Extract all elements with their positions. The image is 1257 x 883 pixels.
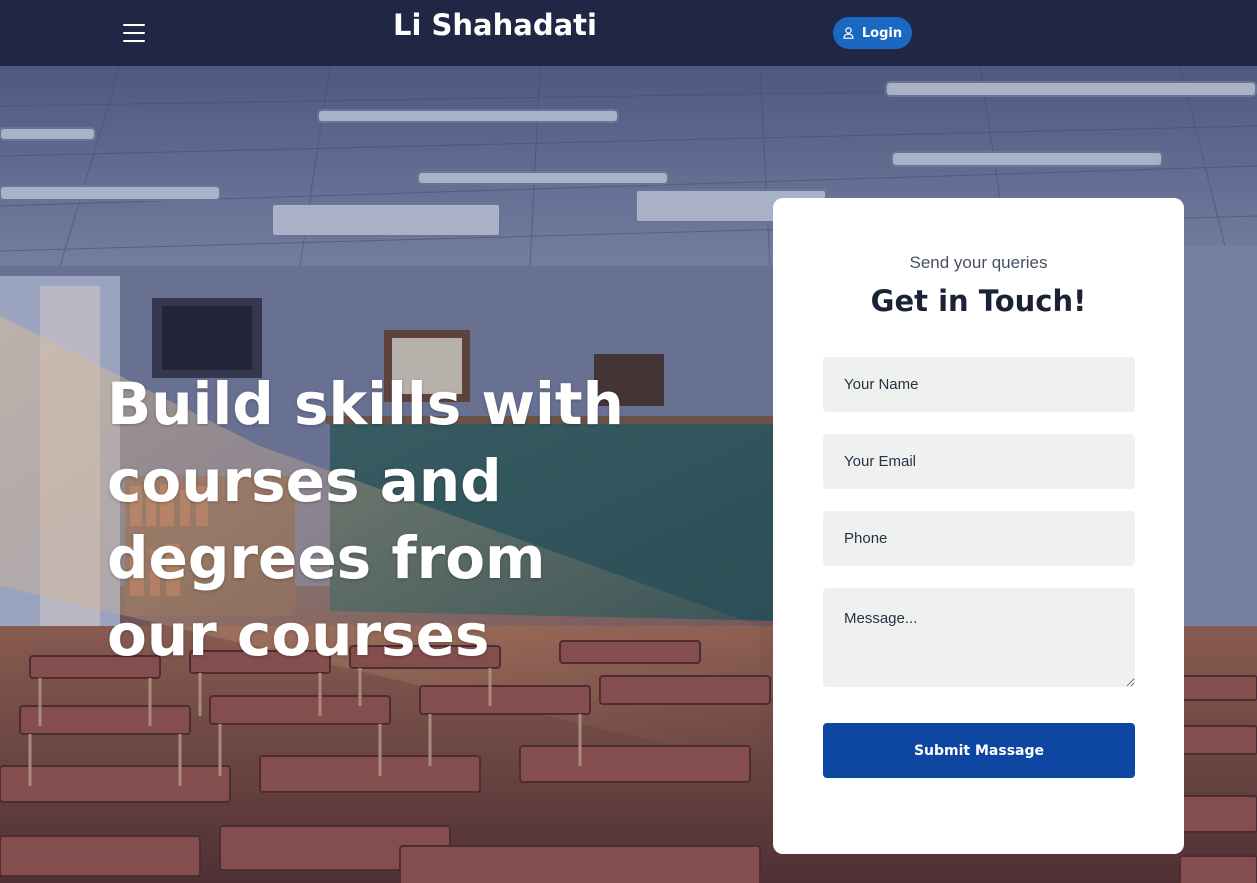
- message-textarea[interactable]: [823, 588, 1135, 687]
- contact-title: Get in Touch!: [870, 284, 1087, 318]
- menu-icon[interactable]: [123, 23, 145, 43]
- top-navbar: Li Shahadati Login: [0, 0, 1257, 66]
- login-label: Login: [861, 25, 903, 41]
- user-icon: [843, 27, 854, 39]
- contact-subtitle: Send your queries: [909, 253, 1048, 272]
- brand-title[interactable]: Li Shahadati: [393, 8, 597, 42]
- phone-input[interactable]: [823, 511, 1135, 566]
- contact-form-card: Send your queries Get in Touch! Submit M…: [773, 198, 1184, 854]
- login-button[interactable]: Login: [833, 17, 912, 49]
- hero-headline: Build skills with courses and degrees fr…: [107, 370, 624, 669]
- submit-message-button[interactable]: Submit Massage: [823, 723, 1135, 778]
- email-input[interactable]: [823, 434, 1135, 489]
- name-input[interactable]: [823, 357, 1135, 412]
